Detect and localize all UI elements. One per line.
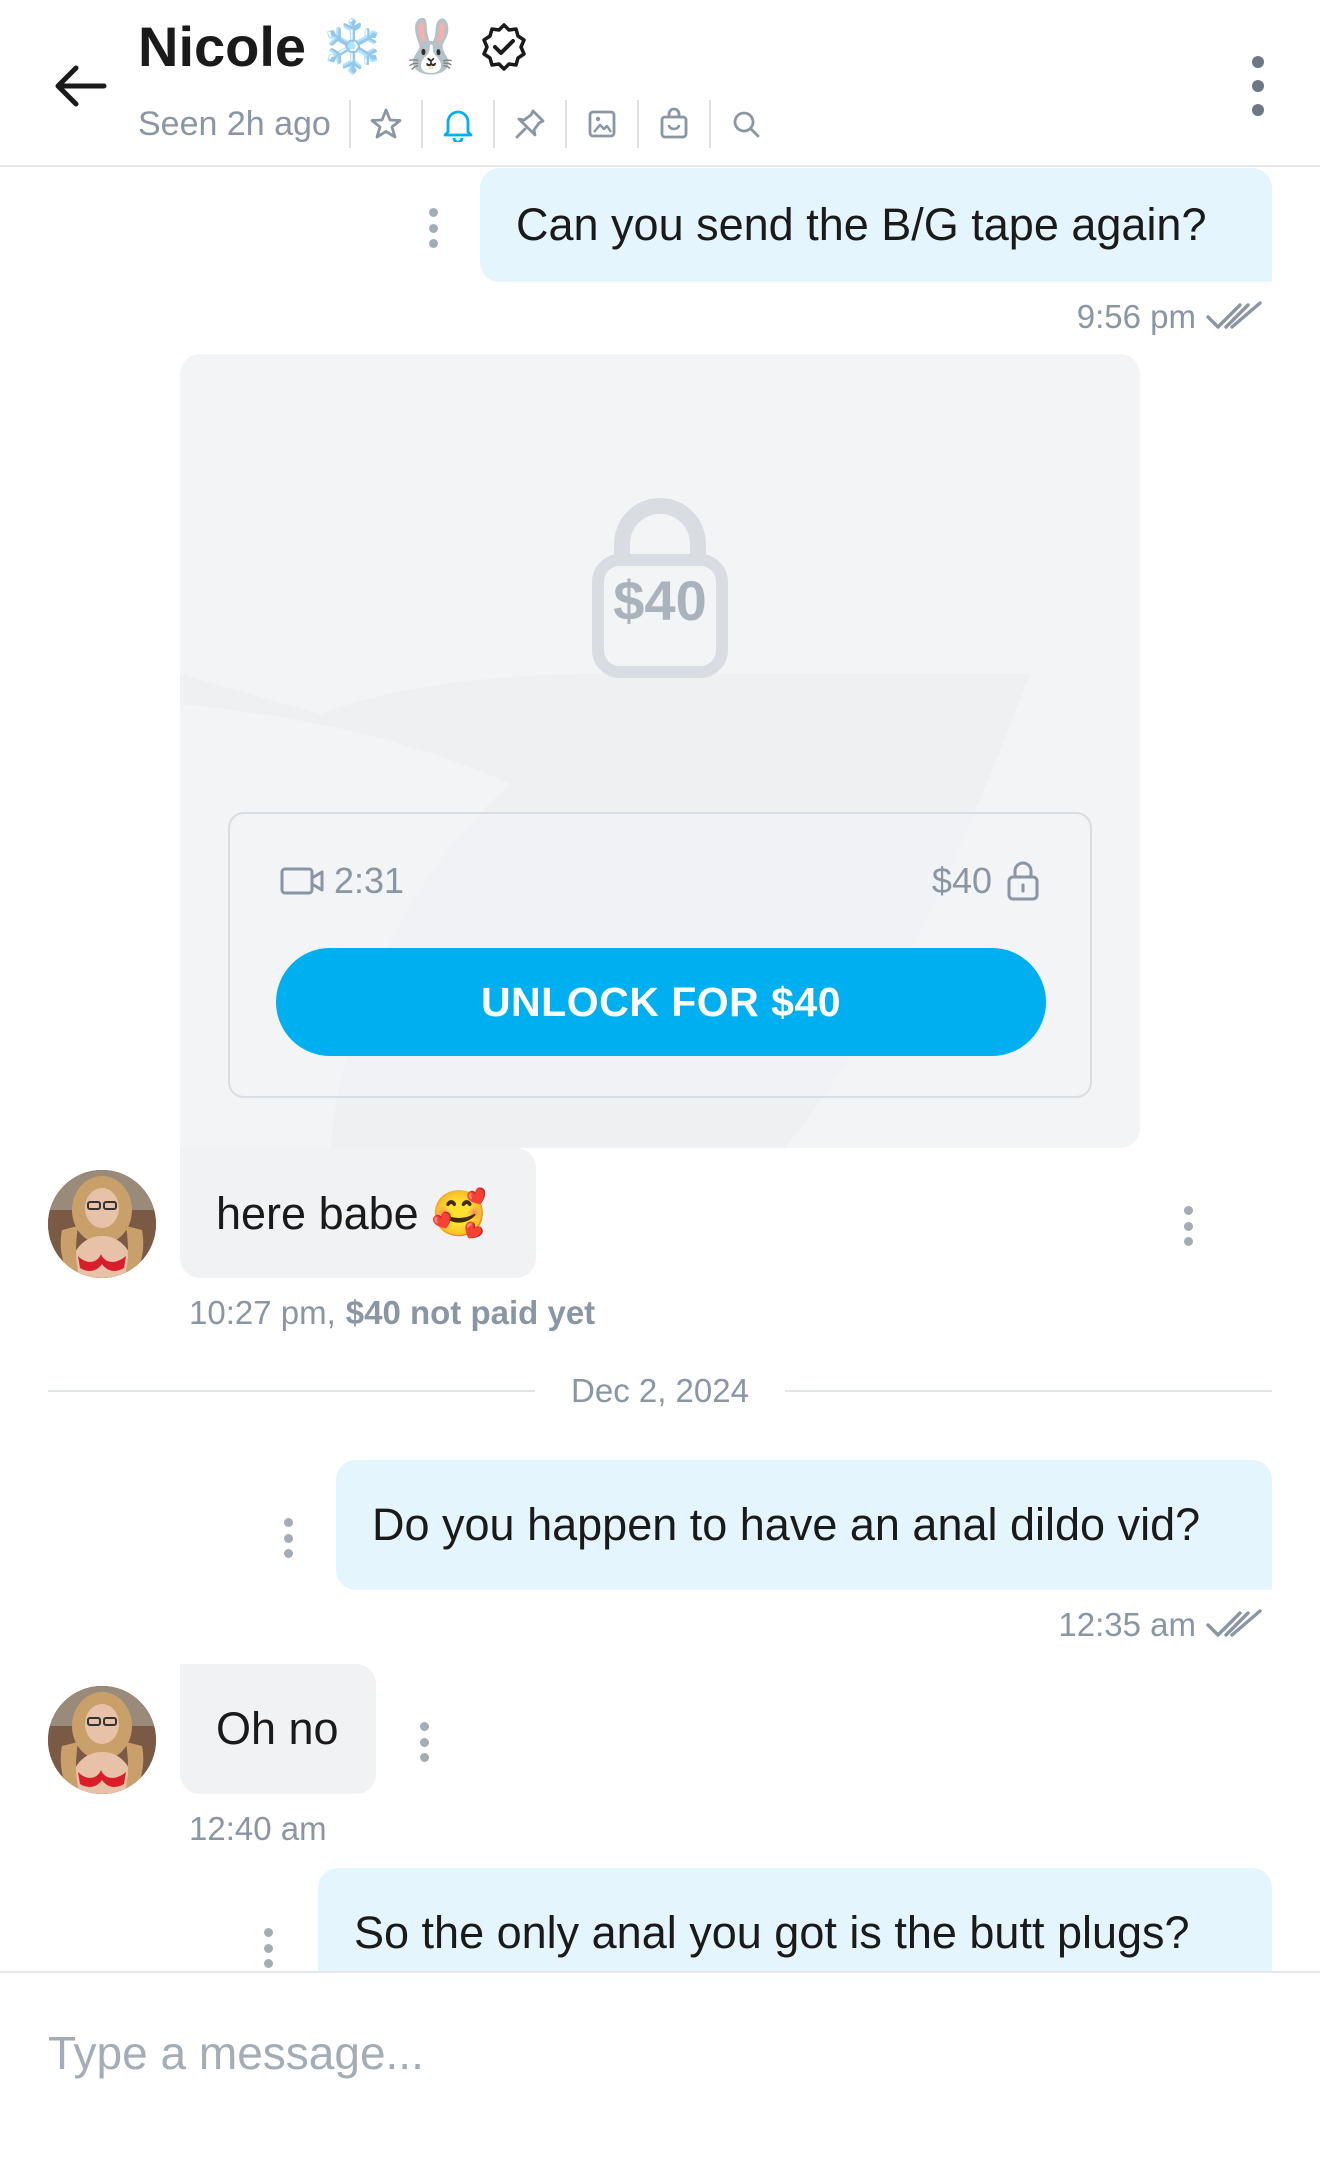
media-price-label: $40 <box>613 569 707 632</box>
outgoing-message[interactable]: Can you send the B/G tape again? <box>480 168 1272 282</box>
message-text: Oh no <box>216 1703 339 1754</box>
gallery-button[interactable] <box>564 100 637 148</box>
more-dot <box>1252 104 1264 116</box>
message-time: 9:56 pm <box>1076 298 1196 335</box>
video-camera-icon <box>280 867 324 895</box>
unlock-button[interactable]: UNLOCK FOR $40 <box>276 948 1046 1056</box>
incoming-message[interactable]: here babe 🥰 <box>180 1148 536 1278</box>
message-text: So the only anal you got is the butt plu… <box>354 1907 1190 1958</box>
message-text: Do you happen to have an anal dildo vid? <box>372 1499 1201 1550</box>
tip-bag-icon <box>660 107 688 139</box>
search-icon <box>733 111 760 138</box>
arrow-left-icon <box>55 65 107 107</box>
avatar-image <box>48 1686 156 1794</box>
separator-line <box>784 1390 1272 1392</box>
pin-button[interactable] <box>492 100 565 148</box>
message-meta: 10:27 pm, $40 not paid yet <box>189 1294 595 1332</box>
message-composer <box>0 1971 1320 2164</box>
notifications-button[interactable] <box>420 100 493 148</box>
message-text: here babe 🥰 <box>216 1187 488 1239</box>
outgoing-message[interactable]: Do you happen to have an anal dildo vid? <box>336 1460 1272 1590</box>
more-dot <box>1252 56 1264 68</box>
more-options-button[interactable] <box>1238 56 1278 116</box>
avatar[interactable] <box>48 1686 156 1794</box>
incoming-message[interactable]: Oh no <box>180 1664 376 1794</box>
message-meta: 12:40 am <box>189 1810 327 1848</box>
message-time: 12:40 am <box>189 1810 327 1847</box>
chat-header: Nicole ❄️ 🐰 Seen 2h ago <box>0 0 1320 167</box>
snowflake-emoji: ❄️ <box>320 16 385 77</box>
separator-line <box>48 1390 536 1392</box>
duration-text: 2:31 <box>334 860 405 901</box>
avatar-image <box>48 1170 156 1278</box>
message-meta: 9:56 pm <box>1077 298 1262 336</box>
message-input[interactable] <box>48 2013 1248 2093</box>
gallery-icon <box>588 110 616 138</box>
message-time: 12:35 am <box>1058 1606 1196 1643</box>
contact-name-row[interactable]: Nicole ❄️ 🐰 <box>138 14 530 79</box>
media-info-card: 2:31 $40 UNLOCK FOR $40 <box>228 812 1092 1098</box>
message-text: Can you send the B/G tape again? <box>516 199 1207 250</box>
price-text: $40 <box>931 860 992 901</box>
last-seen-text: Seen 2h ago <box>138 104 331 143</box>
more-dot <box>1252 80 1264 92</box>
media-duration: 2:31 <box>280 860 404 902</box>
message-options-button[interactable] <box>278 1518 298 1558</box>
verified-badge-icon <box>481 22 526 71</box>
search-button[interactable] <box>708 100 781 148</box>
date-separator: Dec 2, 2024 <box>48 1368 1272 1414</box>
locked-media-card[interactable]: $40 2:31 $40 UNLOCK FOR $40 <box>180 354 1140 1148</box>
message-options-button[interactable] <box>1178 1206 1198 1246</box>
rabbit-emoji: 🐰 <box>398 16 464 77</box>
star-icon <box>370 108 402 139</box>
date-label: Dec 2, 2024 <box>571 1372 749 1409</box>
favorite-button[interactable] <box>348 100 421 148</box>
padlock-icon <box>1007 861 1039 901</box>
header-subrow: Seen 2h ago <box>138 98 781 150</box>
pin-icon <box>515 109 545 139</box>
message-options-button[interactable] <box>423 208 443 248</box>
bell-icon <box>443 110 473 142</box>
media-price: $40 <box>932 860 1040 902</box>
contact-name[interactable]: Nicole <box>138 14 306 79</box>
double-check-icon <box>1206 301 1262 329</box>
double-check-icon <box>1206 1609 1262 1637</box>
message-meta: 12:35 am <box>1058 1606 1262 1644</box>
tips-button[interactable] <box>636 100 709 148</box>
avatar[interactable] <box>48 1170 156 1278</box>
back-button[interactable] <box>44 50 116 122</box>
message-options-button[interactable] <box>258 1928 278 1968</box>
message-options-button[interactable] <box>414 1722 434 1762</box>
message-time: 10:27 pm, <box>189 1294 336 1331</box>
payment-status: $40 not paid yet <box>345 1294 596 1331</box>
